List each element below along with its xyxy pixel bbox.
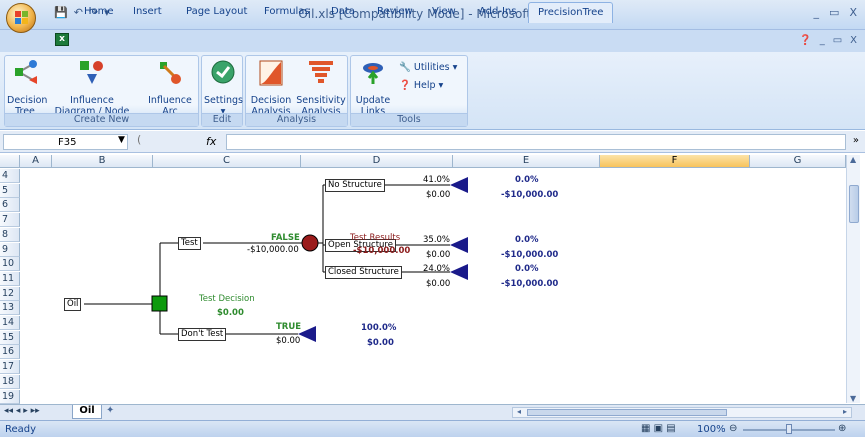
chance-node-circle[interactable] xyxy=(301,234,319,252)
vertical-scrollbar[interactable]: ▲ ▼ xyxy=(846,155,860,403)
dont-test-probability: 100.0% xyxy=(361,323,397,333)
status-text: Ready xyxy=(5,424,37,435)
zoom-slider-thumb[interactable] xyxy=(786,424,792,434)
chance-node-name: Test Results xyxy=(350,233,401,243)
branch-no-structure[interactable]: No Structure xyxy=(325,179,385,192)
terminal-node-triangle[interactable] xyxy=(450,237,468,253)
terminal-probability: 0.0% xyxy=(515,175,539,185)
dont-test-flag: TRUE xyxy=(276,322,302,332)
terminal-probability: 0.0% xyxy=(515,235,539,245)
branch-payoff: $0.00 xyxy=(426,190,451,200)
office-button[interactable] xyxy=(6,3,36,33)
terminal-value: -$10,000.00 xyxy=(501,190,559,200)
dont-test-branch-label[interactable]: Don't Test xyxy=(178,328,227,341)
terminal-probability: 0.0% xyxy=(515,264,539,274)
test-cost: -$10,000.00 xyxy=(247,245,299,255)
hscroll-thumb[interactable] xyxy=(527,409,727,416)
chance-node-value: -$10,000.00 xyxy=(353,246,411,256)
test-flag: FALSE xyxy=(271,233,300,243)
decision-node-square[interactable] xyxy=(151,295,168,312)
terminal-node-triangle[interactable] xyxy=(450,264,468,280)
dont-test-cost: $0.00 xyxy=(276,336,301,346)
root-node-label[interactable]: Oil xyxy=(64,298,82,311)
scroll-left-icon[interactable]: ◂ xyxy=(517,407,521,416)
dont-test-value: $0.00 xyxy=(367,338,394,348)
office-logo-icon xyxy=(15,11,29,25)
zoom-out-icon[interactable]: ⊖ xyxy=(729,423,737,434)
status-bar: Ready ▦ ▣ ▤ 100% ⊖ ⊕ xyxy=(0,420,865,437)
decision-node-name: Test Decision xyxy=(199,294,255,304)
terminal-value: -$10,000.00 xyxy=(501,250,559,260)
zoom-in-icon[interactable]: ⊕ xyxy=(838,423,846,434)
sheet-nav-icons[interactable]: ◂◂ ◂ ▸ ▸▸ xyxy=(4,406,40,416)
branch-probability: 35.0% xyxy=(423,235,451,245)
insert-sheet-icon[interactable]: ✦ xyxy=(106,405,114,416)
sheet-tab-bar: ◂◂ ◂ ▸ ▸▸ Oil ✦ ◂ ▸ xyxy=(0,404,865,420)
branch-closed-structure[interactable]: Closed Structure xyxy=(325,266,402,279)
view-buttons[interactable]: ▦ ▣ ▤ xyxy=(641,423,676,434)
test-branch-label[interactable]: Test xyxy=(178,237,201,250)
branch-payoff: $0.00 xyxy=(426,279,451,289)
scroll-right-icon[interactable]: ▸ xyxy=(843,407,847,416)
sheet-tab-oil[interactable]: Oil xyxy=(72,405,102,419)
terminal-node-triangle[interactable] xyxy=(450,177,468,193)
zoom-level[interactable]: 100% xyxy=(697,424,726,435)
scroll-thumb[interactable] xyxy=(849,185,859,223)
decision-node-value: $0.00 xyxy=(217,308,244,318)
scroll-down-icon[interactable]: ▼ xyxy=(850,394,856,403)
branch-probability: 24.0% xyxy=(423,264,451,274)
branch-probability: 41.0% xyxy=(423,175,451,185)
decision-tree-canvas xyxy=(84,177,468,342)
branch-payoff: $0.00 xyxy=(426,250,451,260)
scroll-up-icon[interactable]: ▲ xyxy=(850,155,856,164)
horizontal-scrollbar[interactable]: ◂ ▸ xyxy=(512,407,852,418)
terminal-value: -$10,000.00 xyxy=(501,279,559,289)
